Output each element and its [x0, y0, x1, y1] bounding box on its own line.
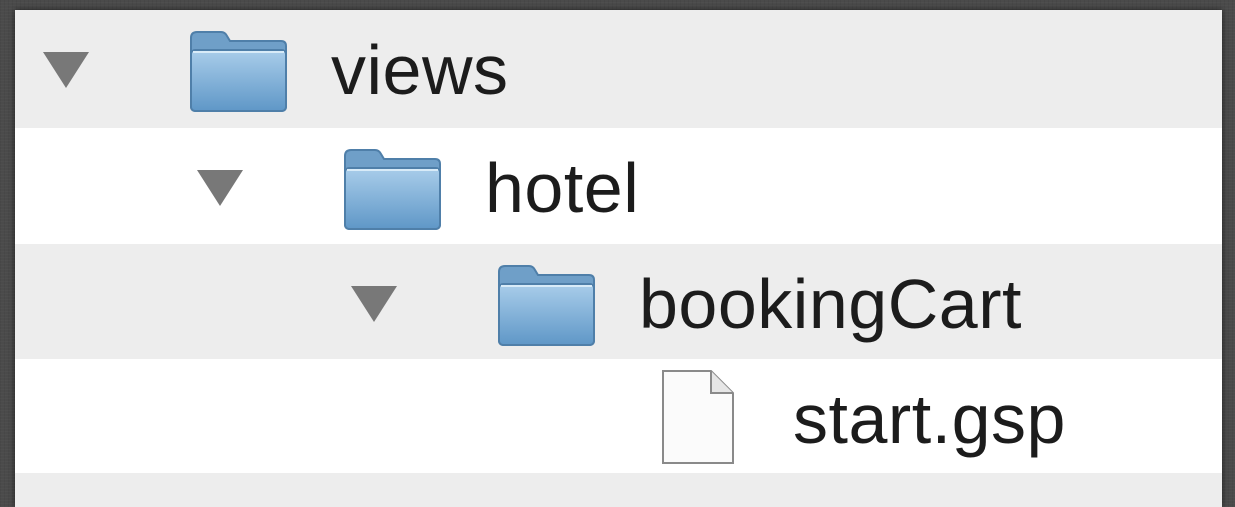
tree-row-empty [15, 473, 1222, 507]
tree-item-label: start.gsp [793, 380, 1066, 458]
disclosure-triangle-icon[interactable] [351, 286, 397, 322]
folder-icon [344, 149, 441, 230]
folder-icon [498, 265, 595, 346]
disclosure-triangle-icon[interactable] [43, 52, 89, 88]
tree-item-label: bookingCart [639, 265, 1022, 343]
tree-row-hotel[interactable]: hotel [15, 128, 1222, 244]
tree-row-views[interactable]: views [15, 10, 1222, 128]
tree-row-start-gsp[interactable]: start.gsp [15, 359, 1222, 473]
folder-icon [190, 31, 287, 112]
file-tree: views hotel bookingCart start.gsp [15, 10, 1222, 507]
tree-item-label: views [331, 31, 509, 109]
tree-row-bookingcart[interactable]: bookingCart [15, 244, 1222, 359]
disclosure-triangle-icon[interactable] [197, 170, 243, 206]
file-icon [662, 370, 734, 464]
tree-item-label: hotel [485, 149, 640, 227]
